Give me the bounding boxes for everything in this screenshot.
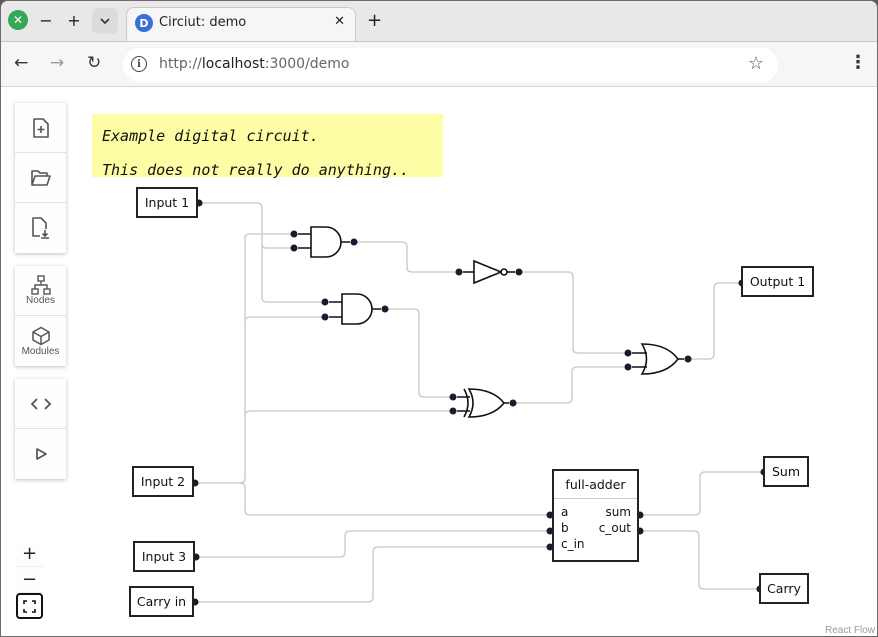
new-file-button[interactable]: [15, 103, 66, 153]
wire-fa-cout: [640, 530, 760, 590]
nodes-label: Nodes: [26, 295, 55, 306]
input-node-2[interactable]: Input 2: [132, 466, 194, 497]
run-button[interactable]: [15, 429, 66, 479]
zoom-controls: + −: [16, 541, 43, 619]
window-close-button[interactable]: ✕: [8, 10, 28, 30]
file-download-icon: [31, 217, 49, 239]
note-node[interactable]: Example digital circuit. This does not r…: [92, 114, 443, 179]
zoom-in-button[interactable]: +: [16, 541, 43, 567]
zoom-out-button[interactable]: −: [16, 567, 43, 593]
url-text[interactable]: http://localhost:3000/demo: [159, 56, 350, 72]
bookmark-star-icon[interactable]: ☆: [748, 53, 764, 74]
browser-menu-icon[interactable]: ⋮: [849, 52, 867, 73]
wire-not-or: [519, 271, 628, 354]
carry-output-node[interactable]: Carry: [759, 573, 809, 604]
sum-output-node[interactable]: Sum: [763, 456, 809, 487]
play-icon: [35, 448, 47, 460]
react-flow-attribution[interactable]: React Flow: [825, 625, 875, 636]
output-node-1[interactable]: Output 1: [741, 266, 814, 297]
wire-and1-not: [354, 241, 459, 273]
code-icon: [30, 397, 51, 410]
new-tab-button[interactable]: +: [367, 10, 382, 31]
modules-panel-button[interactable]: Modules: [15, 316, 66, 366]
input-node-3[interactable]: Input 3: [133, 541, 195, 572]
cube-icon: [31, 326, 50, 345]
url-scheme: http://: [159, 56, 202, 72]
tab-strip: ✕ − + D Circiut: demo ✕ +: [1, 1, 877, 41]
flow-canvas[interactable]: Example digital circuit. This does not r…: [1, 88, 877, 636]
and-gate-2[interactable]: [329, 293, 381, 325]
nodes-panel-button[interactable]: Nodes: [15, 266, 66, 316]
forward-button[interactable]: →: [50, 53, 64, 73]
tab-active[interactable]: D Circiut: demo ✕: [126, 7, 356, 41]
full-adder-module[interactable]: full-adder a b c_in sum c_out: [552, 469, 639, 562]
url-host: localhost: [201, 56, 265, 72]
code-toolbar: [15, 379, 66, 479]
window-maximize-button[interactable]: +: [63, 9, 85, 31]
fit-view-icon: [23, 599, 36, 613]
download-file-button[interactable]: [15, 203, 66, 253]
wire-fa-sum: [640, 471, 764, 516]
tab-search-button[interactable]: [92, 8, 118, 34]
favicon-icon: D: [135, 14, 153, 32]
browser-toolbar: ← → ↻ i http://localhost:3000/demo ☆ ⋮: [1, 41, 877, 87]
module-title: full-adder: [554, 471, 637, 499]
xor-gate[interactable]: [457, 388, 509, 418]
modules-label: Modules: [21, 345, 60, 357]
carry-in-node[interactable]: Carry in: [129, 586, 194, 617]
reload-button[interactable]: ↻: [87, 53, 101, 73]
wire-or-output1: [688, 282, 742, 360]
sitemap-icon: [30, 275, 51, 295]
port-c-in: c_in: [561, 537, 585, 551]
note-line-1: Example digital circuit.: [102, 127, 319, 145]
window-minimize-button[interactable]: −: [35, 9, 57, 31]
site-info-icon[interactable]: i: [131, 56, 147, 72]
or-gate[interactable]: [632, 343, 684, 375]
file-toolbar: [15, 103, 66, 253]
chevron-down-icon: [100, 18, 110, 24]
port-sum: sum: [605, 505, 631, 519]
wire-input1-and1: [199, 202, 294, 249]
port-b: b: [561, 521, 569, 535]
wire-xor-or: [513, 366, 628, 404]
wire-carryin-fa-cin: [195, 546, 550, 603]
code-button[interactable]: [15, 379, 66, 429]
wire-and2-xor: [385, 308, 453, 398]
wire-input2-and1: [194, 233, 294, 484]
port-a: a: [561, 505, 569, 519]
tab-title: Circiut: demo: [159, 15, 247, 30]
open-file-button[interactable]: [15, 153, 66, 203]
address-bar[interactable]: i http://localhost:3000/demo ☆: [123, 48, 778, 82]
not-gate[interactable]: [463, 259, 515, 285]
panel-toolbar: Nodes Modules: [15, 266, 66, 366]
folder-open-icon: [30, 169, 51, 186]
tab-close-button[interactable]: ✕: [334, 14, 345, 29]
input-node-1[interactable]: Input 1: [136, 187, 198, 218]
file-plus-icon: [32, 117, 49, 138]
wire-input2-xor: [244, 410, 453, 417]
wire-input2-fa-a: [239, 482, 550, 516]
back-button[interactable]: ←: [14, 53, 28, 73]
wire-input2-and2: [244, 316, 325, 323]
url-path: :3000/demo: [264, 56, 350, 72]
note-line-2: This does not really do anything..: [102, 161, 410, 179]
fit-view-button[interactable]: [16, 593, 43, 619]
and-gate-1[interactable]: [298, 226, 350, 258]
browser-window: ✕ − + D Circiut: demo ✕ + ← → ↻ i http:/…: [0, 0, 878, 637]
port-c-out: c_out: [598, 521, 631, 535]
